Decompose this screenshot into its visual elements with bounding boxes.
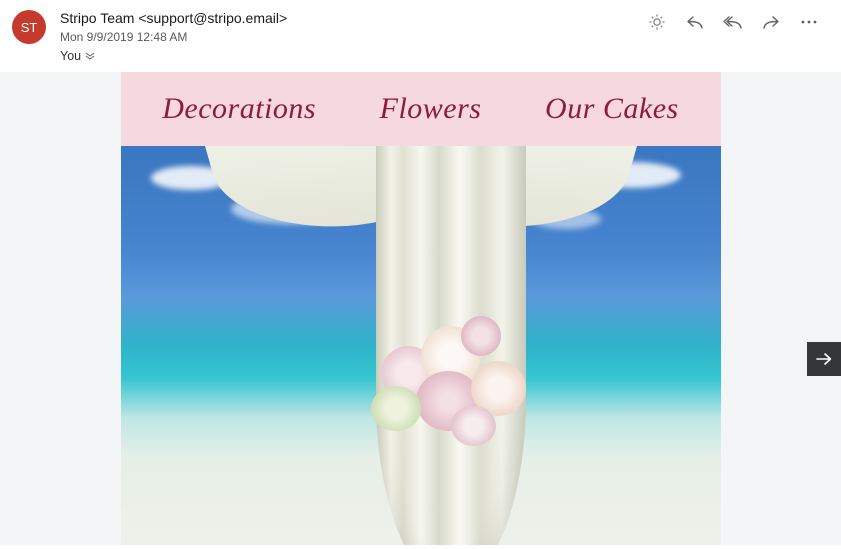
forward-icon[interactable] xyxy=(761,12,781,32)
recipient-label: You xyxy=(60,46,81,66)
chevron-down-icon xyxy=(85,51,95,61)
sun-icon[interactable] xyxy=(647,12,667,32)
recipient-line[interactable]: You xyxy=(60,46,647,66)
sender-line: Stripo Team <support@stripo.email> xyxy=(60,8,647,28)
email-body: Decorations Flowers Our Cakes xyxy=(121,72,721,545)
email-nav-bar: Decorations Flowers Our Cakes xyxy=(121,72,721,146)
next-arrow-button[interactable] xyxy=(807,342,841,376)
nav-item-flowers[interactable]: Flowers xyxy=(380,92,482,126)
email-body-wrap: Decorations Flowers Our Cakes xyxy=(0,72,841,545)
avatar: ST xyxy=(12,10,46,44)
reply-all-icon[interactable] xyxy=(723,12,743,32)
email-header: ST Stripo Team <support@stripo.email> Mo… xyxy=(0,0,841,72)
nav-item-decorations[interactable]: Decorations xyxy=(162,92,316,126)
reply-icon[interactable] xyxy=(685,12,705,32)
header-text-block: Stripo Team <support@stripo.email> Mon 9… xyxy=(60,8,647,66)
date-line: Mon 9/9/2019 12:48 AM xyxy=(60,28,647,46)
hero-image xyxy=(121,146,721,545)
more-icon[interactable] xyxy=(799,12,819,32)
header-actions xyxy=(647,12,825,32)
flower-tieback xyxy=(361,316,541,456)
nav-item-cakes[interactable]: Our Cakes xyxy=(545,92,679,126)
